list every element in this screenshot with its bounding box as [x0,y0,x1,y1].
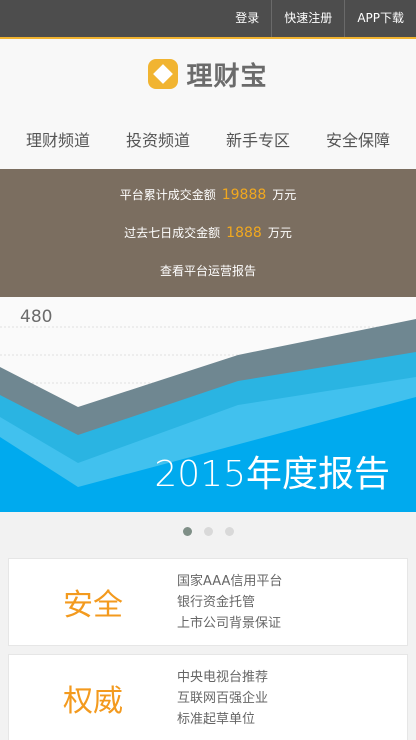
card-title-authority: 权威 [63,684,123,719]
annual-report-banner[interactable]: 480 2015年度报告 [0,297,416,512]
carousel-dot-3[interactable] [224,526,234,536]
nav-investment[interactable]: 投资频道 [126,127,190,151]
stats-panel: 平台累计成交金额 19888 万元 过去七日成交金额 1888 万元 查看平台运营报告 [0,169,416,297]
feature-card-security[interactable]: 安全 国家AAA信用平台 银行资金托管 上市公司背景保证 [8,558,408,646]
logo-text: 理财宝 [186,61,268,92]
card-lines-security: 国家AAA信用平台 银行资金托管 上市公司背景保证 [177,571,282,634]
card-title-security: 安全 [63,588,123,623]
main-nav: 理财频道 投资频道 新手专区 安全保障 [0,109,416,169]
total-volume-label: 平台累计成交金额 [119,188,216,202]
card-line: 上市公司背景保证 [177,615,282,631]
top-bar: 登录 快速注册 APP下载 [0,0,416,39]
week-volume-label: 过去七日成交金额 [124,226,221,240]
carousel-dot-2[interactable] [203,526,213,536]
card-line: 标准起草单位 [177,711,256,727]
operations-report-link[interactable]: 查看平台运营报告 [160,259,256,283]
banner-title: 2015年度报告 [154,454,390,495]
feature-card-authority[interactable]: 权威 中央电视台推荐 互联网百强企业 标准起草单位 [8,654,408,740]
card-lines-authority: 中央电视台推荐 互联网百强企业 标准起草单位 [177,667,268,730]
site-logo[interactable]: 理财宝 [0,39,416,109]
card-line: 银行资金托管 [177,594,256,610]
diamond-logo-icon [148,59,179,89]
app-download-link[interactable]: APP下载 [344,0,416,37]
week-volume-value: 1888 [226,225,262,241]
card-line: 中央电视台推荐 [177,669,269,685]
register-link[interactable]: 快速注册 [271,0,344,37]
nav-finance[interactable]: 理财频道 [26,127,90,151]
card-line: 国家AAA信用平台 [177,573,283,589]
total-volume-value: 19888 [221,187,267,203]
total-volume-line: 平台累计成交金额 19888 万元 [0,183,416,221]
week-volume-line: 过去七日成交金额 1888 万元 [0,221,416,259]
nav-newbie[interactable]: 新手专区 [226,127,290,151]
banner-value-label: 480 [20,307,53,327]
carousel-dot-1[interactable] [182,526,192,536]
total-volume-unit: 万元 [272,188,297,202]
card-line: 互联网百强企业 [177,690,269,706]
login-link[interactable]: 登录 [223,0,271,37]
week-volume-unit: 万元 [267,226,292,240]
carousel-dots [0,512,416,550]
nav-security[interactable]: 安全保障 [326,127,390,151]
